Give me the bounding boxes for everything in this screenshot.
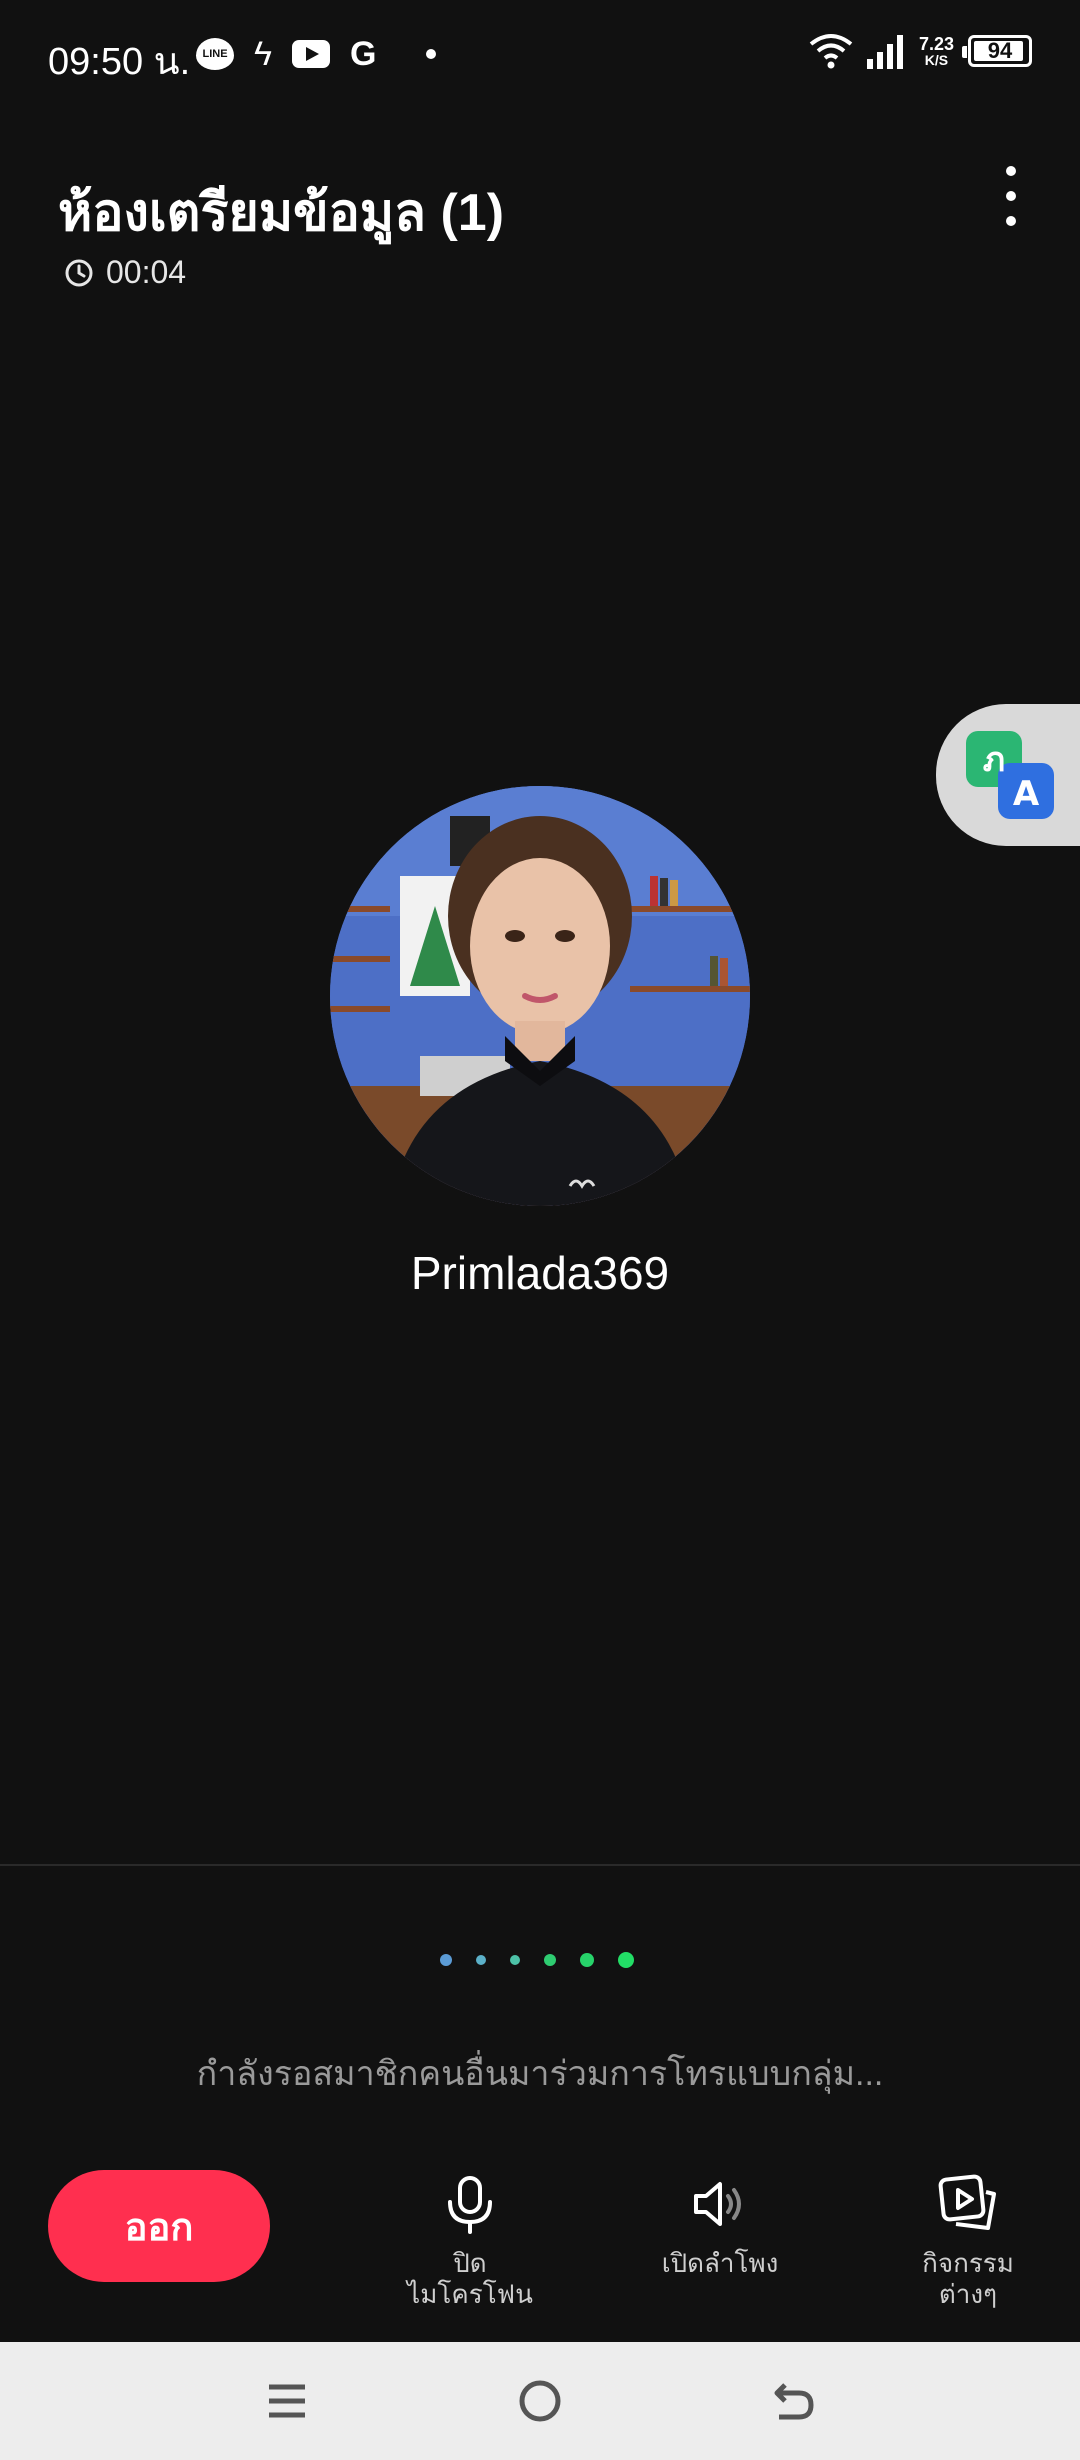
- divider: [0, 1864, 1080, 1866]
- translate-letter-en: A: [1013, 774, 1040, 814]
- notification-icons: LINE ϟ G: [196, 34, 437, 74]
- activities-label: กิจกรรม ต่างๆ: [922, 2248, 1014, 2310]
- bolt-icon: ϟ: [254, 34, 272, 73]
- network-speed: 7.23 K/S: [919, 35, 954, 67]
- waiting-dot: [580, 1953, 594, 1967]
- speaker-icon: [694, 2182, 741, 2226]
- battery-level: 94: [987, 38, 1013, 63]
- waiting-message: กำลังรอสมาชิกคนอื่นมาร่วมการโทรแบบกลุ่ม.…: [196, 2055, 884, 2093]
- line-icon: LINE: [196, 34, 234, 74]
- waiting-dot: [618, 1952, 634, 1968]
- waiting-dot: [440, 1954, 452, 1966]
- clock-icon: [65, 259, 93, 286]
- recent-apps-button[interactable]: [247, 2361, 327, 2441]
- google-icon: G: [350, 34, 377, 73]
- activities-button[interactable]: กิจกรรม ต่างๆ: [900, 2172, 1036, 2310]
- translate-icon: ภ A: [966, 731, 1054, 819]
- speed-value: 7.23: [918, 34, 954, 54]
- home-circle-icon: [519, 2380, 561, 2422]
- mute-microphone-button[interactable]: ปิด ไมโครโฟน: [400, 2172, 540, 2310]
- exit-call-button[interactable]: ออก: [48, 2170, 270, 2282]
- wifi-icon: [809, 34, 853, 69]
- mute-microphone-label: ปิด ไมโครโฟน: [407, 2248, 533, 2310]
- microphone-icon: [448, 2176, 492, 2234]
- waiting-dot: [510, 1955, 520, 1965]
- signal-icon: [866, 33, 905, 69]
- speaker-button[interactable]: เปิดลำโพง: [640, 2172, 800, 2279]
- more-notifications-icon: [426, 49, 437, 59]
- youtube-icon: [292, 34, 330, 74]
- back-icon: [774, 2383, 814, 2420]
- system-icons: 7.23 K/S 94: [809, 32, 1032, 70]
- line-badge-label: LINE: [196, 38, 234, 70]
- activities-label-line2: ต่างๆ: [938, 2279, 998, 2310]
- avatar-photo: [330, 786, 750, 1206]
- speaker-label: เปิดลำโพง: [661, 2248, 779, 2278]
- room-title: ห้องเตรียมข้อมูล (1): [58, 184, 505, 242]
- activities-label-line1: กิจกรรม: [922, 2248, 1014, 2278]
- battery-icon: 94: [962, 35, 1032, 67]
- mic-label-line1: ปิด: [453, 2248, 487, 2278]
- more-dot-icon: [1006, 166, 1016, 176]
- menu-icon: [268, 2384, 305, 2418]
- call-screen: 09:50 น. LINE ϟ G 7.23 K/S 94 ห้องเตรียม…: [0, 0, 1080, 2460]
- waiting-indicator: [440, 1952, 634, 1968]
- activities-icon: [938, 2174, 996, 2230]
- participant-name: Primlada369: [410, 1247, 670, 1299]
- more-dot-icon: [1006, 216, 1016, 226]
- more-dot-icon: [1006, 191, 1016, 201]
- call-timer: 00:04: [64, 254, 186, 291]
- home-button[interactable]: [500, 2361, 580, 2441]
- translate-letter-th: ภ: [983, 740, 1005, 780]
- timer-value: 00:04: [106, 254, 187, 290]
- back-button[interactable]: [753, 2361, 833, 2441]
- participant-avatar: [330, 786, 750, 1206]
- more-options-button[interactable]: [996, 166, 1026, 226]
- system-navigation-bar: [0, 2342, 1080, 2460]
- speed-unit: K/S: [924, 52, 949, 68]
- translate-floating-button[interactable]: ภ A: [936, 704, 1080, 846]
- waiting-dot: [544, 1954, 556, 1966]
- mic-label-line2: ไมโครโฟน: [407, 2279, 533, 2310]
- waiting-dot: [476, 1955, 486, 1965]
- status-time: 09:50 น.: [48, 41, 191, 83]
- status-bar: 09:50 น. LINE ϟ G 7.23 K/S 94: [0, 0, 1080, 110]
